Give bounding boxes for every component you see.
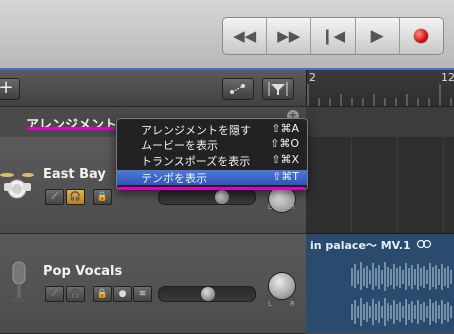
play-button[interactable]: ▶ <box>356 18 400 54</box>
waveform <box>351 262 452 326</box>
lock-icon: 🔒 <box>96 192 109 202</box>
rewind-icon: ◀◀ <box>233 27 257 45</box>
menu-shortcut: ⇧⌘X <box>271 153 299 166</box>
menu-item-show-transpose[interactable]: トランスポーズを表示 ⇧⌘X <box>117 153 307 168</box>
headphones-icon: 🎧 <box>69 192 82 202</box>
go-to-start-button[interactable]: ❙◀ <box>311 18 356 54</box>
pan-right-label: R <box>290 300 295 308</box>
lock-button[interactable]: 🔒 <box>93 286 112 302</box>
mute-button[interactable]: ⟋ <box>45 286 64 302</box>
audio-region[interactable]: in palace～ MV.1 <box>306 234 454 333</box>
timeline-ruler[interactable]: 2 12 <box>306 70 454 106</box>
automation-button[interactable] <box>222 78 254 100</box>
track-name[interactable]: Pop Vocals <box>43 264 122 279</box>
pan-right-label: R <box>290 203 295 211</box>
drum-kit-icon <box>0 173 34 199</box>
tracks-toolbar: + <box>0 70 306 106</box>
fast-forward-button[interactable]: ▶▶ <box>267 18 312 54</box>
rewind-button[interactable]: ◀◀ <box>223 18 268 54</box>
volume-slider[interactable] <box>158 286 256 302</box>
record-enable-button[interactable]: ● <box>113 286 132 302</box>
lock-button[interactable]: 🔒 <box>93 189 112 205</box>
region-title: in palace～ MV.1 <box>310 239 411 252</box>
headphones-icon: 🎧 <box>69 289 82 299</box>
funnel-icon <box>268 82 288 96</box>
menu-item-highlight <box>118 187 305 190</box>
arrangement-context-menu: アレンジメントを隠す ⇧⌘A ムービーを表示 ⇧⌘O トランスポーズを表示 ⇧⌘… <box>116 118 308 190</box>
microphone-icon <box>11 261 27 302</box>
pan-knob[interactable] <box>268 272 296 300</box>
loop-icon <box>416 239 432 249</box>
arrangement-lane[interactable] <box>306 106 454 138</box>
pan-left-label: L <box>268 203 272 211</box>
input-monitor-icon: ≋ <box>138 289 147 299</box>
pan-left-label: L <box>268 300 272 308</box>
arrangement-label[interactable]: アレンジメント <box>26 114 117 133</box>
menu-item-show-movie[interactable]: ムービーを表示 ⇧⌘O <box>117 137 307 152</box>
go-to-start-icon: ❙◀ <box>320 27 346 45</box>
menu-item-show-tempo[interactable]: テンポを表示 ⇧⌘T <box>117 170 307 185</box>
record-button[interactable] <box>400 18 443 54</box>
record-enable-icon: ● <box>118 289 127 299</box>
mute-button[interactable]: ⟋ <box>45 189 64 205</box>
menu-shortcut: ⇧⌘A <box>271 122 299 135</box>
headphones-button[interactable]: 🎧 <box>66 286 85 302</box>
volume-slider-knob[interactable] <box>201 287 215 301</box>
track-header-pop-vocals[interactable]: Pop Vocals ⟋ 🎧 🔒 ● ≋ L R <box>0 234 306 334</box>
track-filter-button[interactable] <box>262 78 294 100</box>
automation-icon <box>230 84 245 94</box>
mute-icon: ⟋ <box>51 289 58 299</box>
drum-track-lane[interactable] <box>306 137 454 234</box>
transport-bar: ◀◀ ▶▶ ❙◀ ▶ <box>0 0 454 70</box>
record-icon <box>414 29 429 43</box>
track-name[interactable]: East Bay <box>43 167 106 182</box>
volume-slider-knob[interactable] <box>215 190 229 204</box>
play-icon: ▶ <box>370 26 384 46</box>
lock-icon: 🔒 <box>96 289 109 299</box>
ruler-mark: 12 <box>441 71 454 84</box>
ruler-ticks <box>307 84 452 106</box>
input-monitor-button[interactable]: ≋ <box>133 286 152 302</box>
fast-forward-icon: ▶▶ <box>277 27 301 45</box>
ruler-mark: 2 <box>309 71 316 84</box>
headphones-button[interactable]: 🎧 <box>66 189 85 205</box>
volume-slider[interactable] <box>158 189 256 205</box>
arrangement-label-highlight <box>27 127 115 130</box>
add-track-button[interactable]: + <box>0 78 20 100</box>
menu-shortcut: ⇧⌘O <box>270 137 299 150</box>
menu-item-hide-arrangement[interactable]: アレンジメントを隠す ⇧⌘A <box>117 122 307 137</box>
transport-controls: ◀◀ ▶▶ ❙◀ ▶ <box>222 17 444 55</box>
mute-icon: ⟋ <box>51 192 58 202</box>
menu-shortcut: ⇧⌘T <box>272 170 299 183</box>
